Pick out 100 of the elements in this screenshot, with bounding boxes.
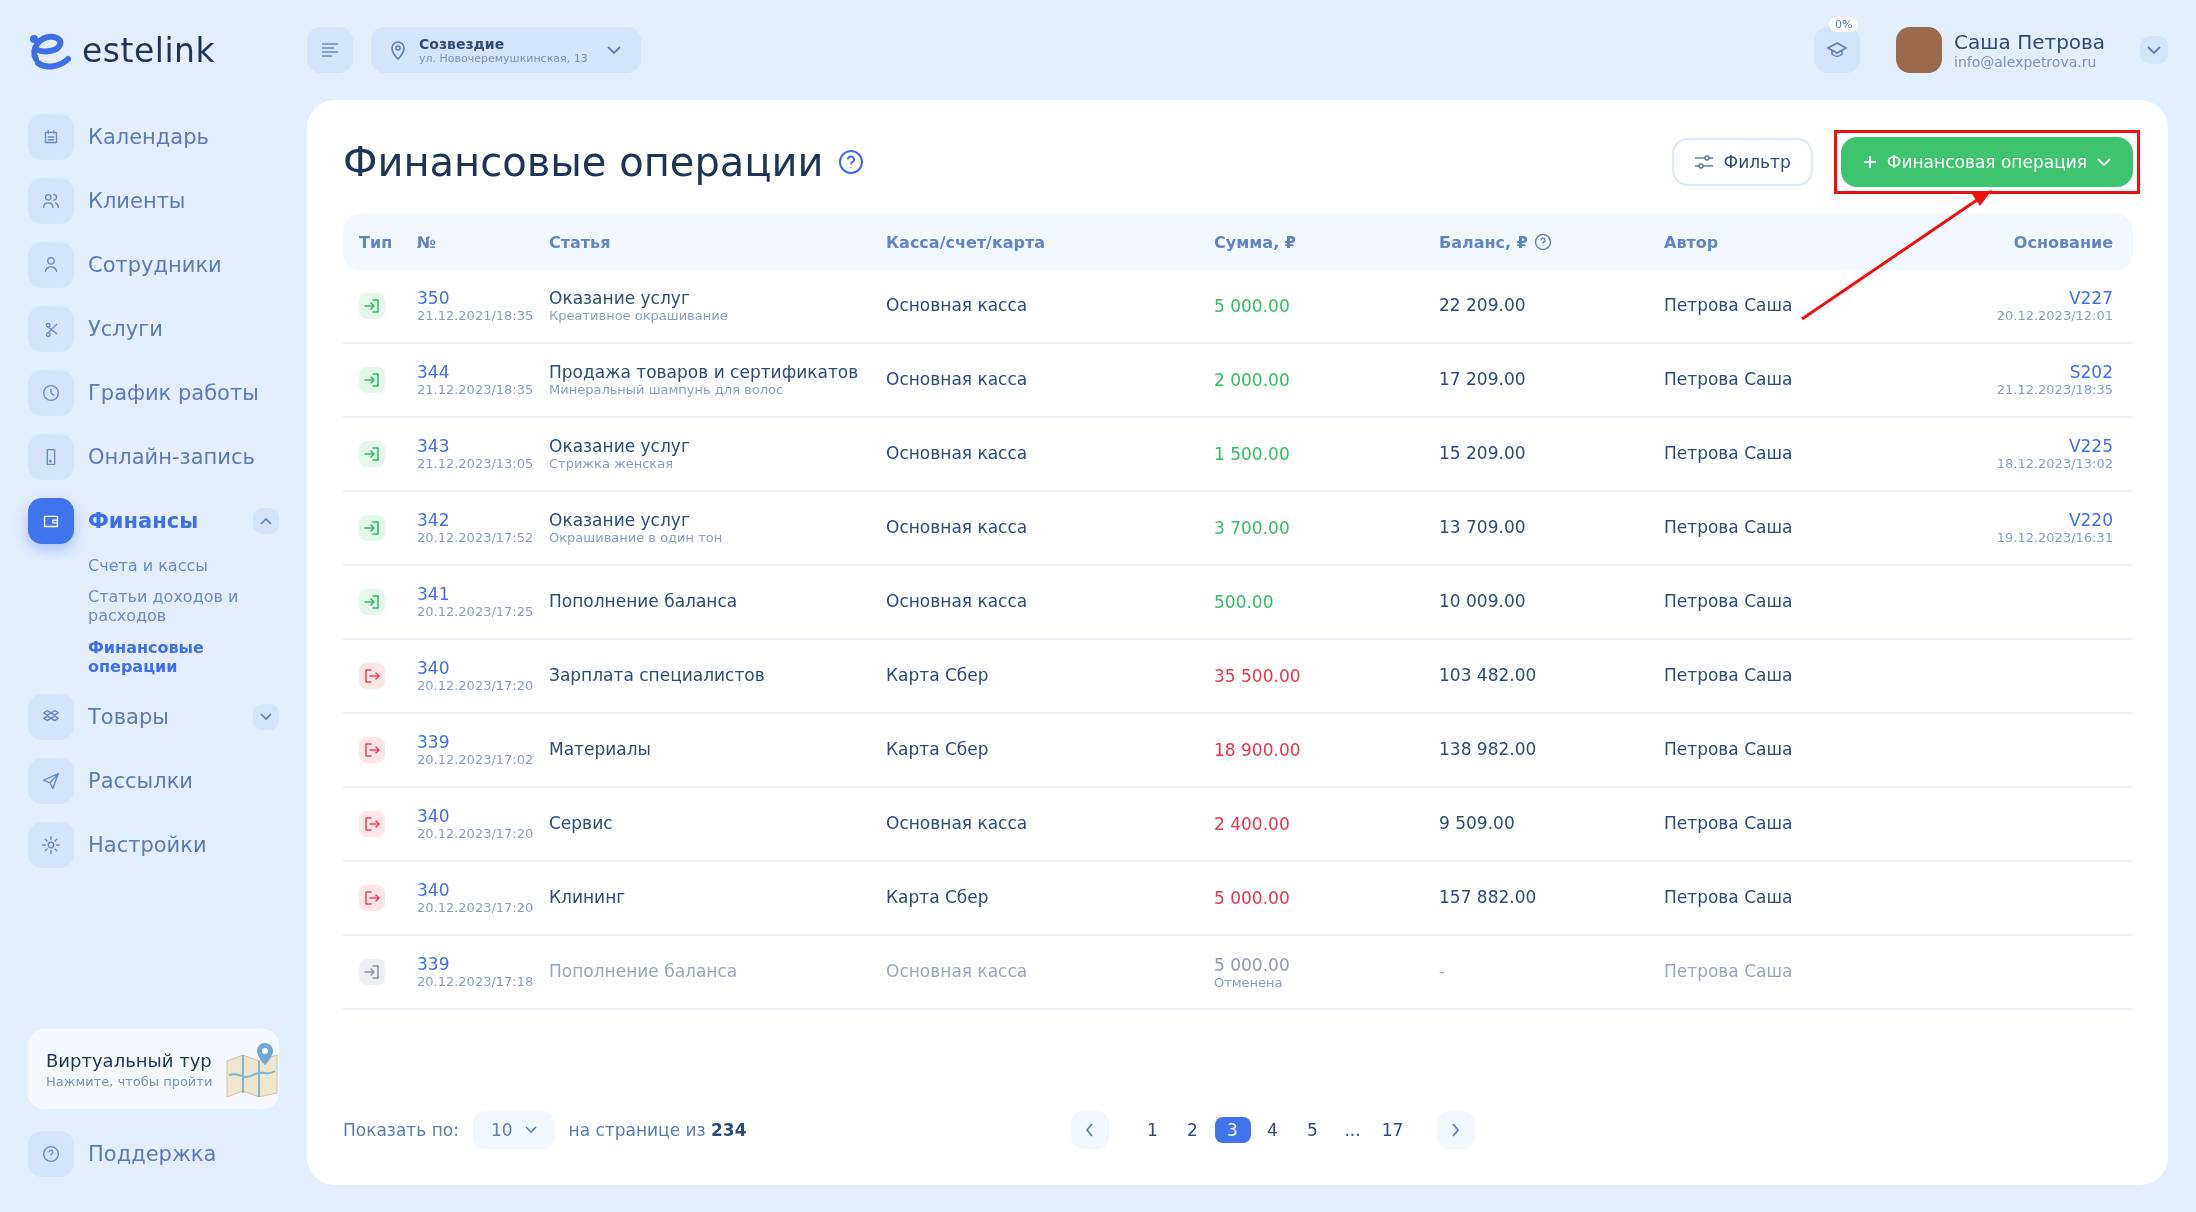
- phone-icon[interactable]: [28, 434, 74, 480]
- tour-subtitle: Нажмите, чтобы пройти: [46, 1073, 214, 1089]
- help-icon[interactable]: [1533, 233, 1552, 251]
- clock-icon[interactable]: [28, 370, 74, 416]
- basis-link[interactable]: V227: [2068, 289, 2113, 308]
- operation-datetime: 20.12.2023/17:02: [417, 751, 534, 767]
- chevron-down-icon: [2097, 157, 2111, 167]
- basis-link[interactable]: S202: [2069, 363, 2113, 382]
- nav-item[interactable]: Товары: [88, 704, 239, 729]
- balance: 13 709.00: [1439, 518, 1526, 538]
- article-name: Оказание услуг: [549, 510, 690, 531]
- operation-datetime: 20.12.2023/17:20: [417, 677, 534, 693]
- page-button[interactable]: 5: [1294, 1117, 1331, 1143]
- plus-icon: [1862, 155, 1877, 169]
- author-name: Петрова Саша: [1664, 518, 1793, 538]
- nav-item[interactable]: Календарь: [88, 125, 279, 149]
- nav-item[interactable]: Настройки: [88, 832, 279, 857]
- operation-number-link[interactable]: 342: [417, 511, 450, 530]
- author-name: Петрова Саша: [1664, 740, 1793, 760]
- virtual-tour-card[interactable]: Виртуальный тур Нажмите, чтобы пройти: [28, 1029, 279, 1109]
- article-name: Пополнение баланса: [549, 962, 738, 982]
- article-name: Материалы: [549, 740, 651, 760]
- previous-page-button[interactable]: [1070, 1111, 1109, 1149]
- nav-subitem[interactable]: Счета и кассы: [88, 556, 239, 576]
- column-header: №: [417, 232, 438, 252]
- amount: 1 500.00: [1214, 444, 1290, 464]
- avatar: [1896, 27, 1942, 73]
- amount: 18 900.00: [1214, 740, 1301, 760]
- operation-datetime: 21.12.2023/13:05: [417, 455, 534, 471]
- support-link[interactable]: Поддержка: [88, 1142, 279, 1166]
- nav-subitem[interactable]: Статьи доходов и расходов: [88, 587, 239, 626]
- help-icon[interactable]: [28, 1131, 74, 1177]
- page-button[interactable]: ...: [1334, 1117, 1371, 1143]
- column-header: Касса/счет/карта: [886, 232, 1047, 252]
- help-icon[interactable]: [837, 149, 864, 175]
- amount: 5 000.00: [1214, 954, 1290, 975]
- nav-item[interactable]: Сотрудники: [88, 253, 279, 277]
- nav-item[interactable]: График работы: [88, 381, 279, 405]
- article-name: Продажа товаров и сертификатов: [549, 362, 859, 383]
- user-icon[interactable]: [28, 242, 74, 288]
- article-name: Зарплата специалистов: [549, 666, 765, 686]
- basis-link[interactable]: V225: [2068, 437, 2113, 456]
- page-title: Финансовые операции: [343, 139, 824, 185]
- operation-number-link[interactable]: 339: [417, 955, 450, 974]
- basis-link[interactable]: V220: [2068, 511, 2113, 530]
- chevron-down-icon: [260, 712, 272, 721]
- amount: 2 400.00: [1214, 814, 1290, 834]
- scissors-icon[interactable]: [28, 306, 74, 352]
- account-name: Основная касса: [886, 444, 1028, 464]
- graduation-cap-button[interactable]: [1814, 27, 1860, 73]
- page-button[interactable]: 1: [1134, 1117, 1171, 1143]
- nav-subitem[interactable]: Финансовые операции: [88, 637, 239, 676]
- nav-item[interactable]: Финансы: [88, 509, 239, 533]
- wallet-icon[interactable]: [28, 498, 74, 544]
- article-name: Сервис: [549, 814, 613, 834]
- filter-button[interactable]: Фильтр: [1671, 138, 1813, 186]
- author-name: Петрова Саша: [1664, 888, 1793, 908]
- column-header: Автор: [1664, 232, 1720, 252]
- nav-item[interactable]: Клиенты: [88, 189, 279, 213]
- settings-icon[interactable]: [28, 821, 74, 868]
- collapse-button[interactable]: [253, 508, 279, 534]
- page-button[interactable]: 4: [1254, 1117, 1291, 1143]
- menu-icon: [321, 43, 339, 57]
- balance: 9 509.00: [1439, 814, 1515, 834]
- operation-number-link[interactable]: 340: [417, 659, 450, 678]
- nav-item[interactable]: Услуги: [88, 317, 279, 341]
- location-select[interactable]: Созвездие ул. Новочеремушкинская, 13: [371, 27, 641, 73]
- page-size-select[interactable]: 10: [472, 1111, 555, 1149]
- page-button[interactable]: 3: [1214, 1117, 1251, 1143]
- balance: 22 209.00: [1439, 296, 1526, 316]
- next-page-button[interactable]: [1436, 1111, 1475, 1149]
- nav-item[interactable]: Онлайн-запись: [88, 445, 279, 469]
- paper-plane-icon[interactable]: [28, 757, 74, 804]
- author-name: Петрова Саша: [1664, 444, 1793, 464]
- operation-datetime: 20.12.2023/17:20: [417, 899, 534, 915]
- chevron-up-icon: [260, 517, 272, 525]
- page-button[interactable]: 17: [1374, 1117, 1411, 1143]
- calendar-icon[interactable]: [28, 114, 74, 160]
- amount: 5 000.00: [1214, 888, 1290, 908]
- users-icon[interactable]: [28, 178, 74, 224]
- author-name: Петрова Саша: [1664, 370, 1793, 390]
- operation-number-link[interactable]: 344: [417, 363, 450, 382]
- expand-button[interactable]: [253, 703, 279, 730]
- boxes-icon[interactable]: [28, 693, 74, 740]
- menu-button[interactable]: [307, 27, 353, 73]
- operation-number-link[interactable]: 341: [417, 585, 450, 604]
- article-note: Креативное окрашивание: [549, 308, 728, 324]
- operation-number-link[interactable]: 340: [417, 881, 450, 900]
- operation-number-link[interactable]: 340: [417, 807, 450, 826]
- operation-datetime: 20.12.2023/17:18: [417, 973, 534, 989]
- account-dropdown-button[interactable]: [2140, 36, 2168, 64]
- page-button[interactable]: 2: [1174, 1117, 1211, 1143]
- account-name: Основная касса: [886, 962, 1028, 982]
- operation-number-link[interactable]: 350: [417, 289, 450, 308]
- amount: 35 500.00: [1214, 666, 1301, 686]
- operation-number-link[interactable]: 339: [417, 733, 450, 752]
- basis-datetime: 21.12.2023/18:35: [1996, 381, 2113, 397]
- chevron-down-icon: [524, 1126, 537, 1134]
- operation-number-link[interactable]: 343: [417, 437, 450, 456]
- nav-item[interactable]: Рассылки: [88, 768, 279, 793]
